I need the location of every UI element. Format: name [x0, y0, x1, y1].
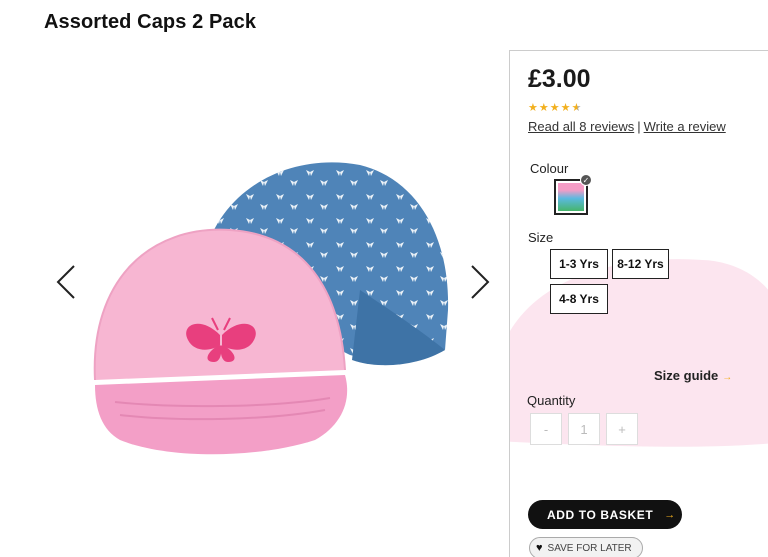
star-icon: ★ [549, 102, 560, 114]
read-reviews-link[interactable]: Read all 8 reviews [528, 119, 634, 134]
purchase-panel: £3.00 ★ ★ ★ ★ ★ Read all 8 reviews | Write… [509, 50, 768, 557]
reviews-links: Read all 8 reviews | Write a review [528, 119, 726, 134]
write-review-link[interactable]: Write a review [644, 119, 726, 134]
size-option-8-12[interactable]: 8-12 Yrs [612, 249, 669, 279]
add-to-basket-label: ADD TO BASKET [547, 507, 654, 522]
colour-swatch[interactable]: ✓ [554, 174, 592, 215]
check-icon: ✓ [580, 174, 592, 186]
quantity-decrease-button[interactable]: - [530, 413, 562, 445]
quantity-increase-button[interactable]: + [606, 413, 638, 445]
chevron-left-icon [56, 265, 75, 299]
product-gallery [40, 120, 510, 480]
save-for-later-button[interactable]: ♥ SAVE FOR LATER [529, 537, 643, 557]
star-icon: ★ [538, 102, 549, 114]
size-guide-label: Size guide [654, 368, 719, 383]
chevron-right-small-icon: → [664, 508, 676, 521]
save-for-later-label: SAVE FOR LATER [547, 542, 632, 554]
colour-label: Colour [530, 161, 569, 176]
chevron-right-icon [471, 265, 490, 299]
add-to-basket-button[interactable]: ADD TO BASKET → [528, 500, 682, 529]
star-half-icon: ★ [571, 102, 582, 114]
size-guide-link[interactable]: Size guide → [654, 368, 732, 383]
star-icon: ★ [560, 102, 571, 114]
swatch-fill [558, 183, 584, 211]
product-price: £3.00 [528, 65, 591, 93]
size-option-1-3[interactable]: 1-3 Yrs [550, 249, 608, 279]
next-image-button[interactable] [468, 262, 492, 302]
previous-image-button[interactable] [54, 262, 78, 302]
star-icon: ★ [528, 102, 538, 114]
size-option-4-8[interactable]: 4-8 Yrs [550, 284, 608, 314]
quantity-input[interactable]: 1 [568, 413, 600, 445]
chevron-right-small-icon: → [722, 372, 733, 383]
reviews-separator: | [637, 119, 641, 134]
star-rating: ★ ★ ★ ★ ★ [528, 103, 581, 114]
product-image [93, 162, 449, 455]
quantity-label: Quantity [527, 393, 576, 408]
heart-icon: ♥ [536, 542, 543, 554]
size-label: Size [528, 230, 554, 245]
product-title: Assorted Caps 2 Pack [44, 11, 257, 33]
